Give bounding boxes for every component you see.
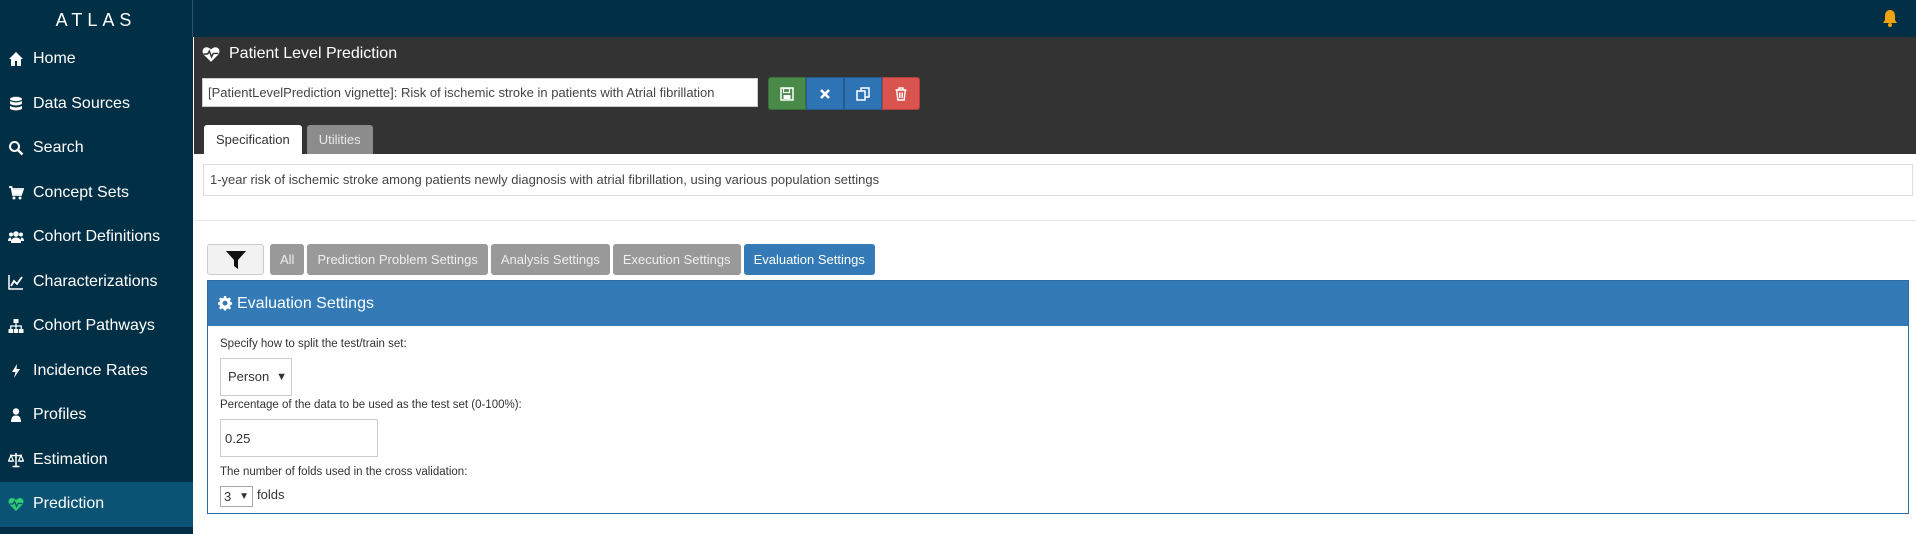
home-icon <box>7 50 25 68</box>
sidebar-item-label: Cohort Definitions <box>33 228 161 246</box>
sidebar-item-characterizations[interactable]: Characterizations <box>0 260 193 305</box>
bell-icon[interactable] <box>1880 8 1900 28</box>
cart-icon <box>7 184 25 202</box>
sidebar-item-label: Data Sources <box>33 94 130 112</box>
sidebar-item-incidence-rates[interactable]: Incidence Rates <box>0 349 193 394</box>
filter-prediction-problem-button[interactable]: Prediction Problem Settings <box>307 244 488 275</box>
sidebar-item-label: Characterizations <box>33 272 158 290</box>
line-chart-icon <box>7 273 25 291</box>
balance-scale-icon <box>7 451 25 469</box>
tab-utilities[interactable]: Utilities <box>306 125 373 154</box>
split-select-value: Person <box>228 369 270 384</box>
database-icon <box>7 95 25 113</box>
sidebar-item-search[interactable]: Search <box>0 126 193 171</box>
settings-filter-bar: All Prediction Problem Settings Analysis… <box>207 244 878 275</box>
filter-analysis-settings-button[interactable]: Analysis Settings <box>490 244 610 275</box>
sitemap-icon <box>7 317 25 335</box>
caret-down-icon: ▼ <box>239 491 249 502</box>
save-icon <box>780 86 794 101</box>
sidebar-item-profiles[interactable]: Profiles <box>0 393 193 438</box>
caret-down-icon: ▼ <box>276 371 287 383</box>
page-title-text: Patient Level Prediction <box>229 45 398 62</box>
split-select[interactable]: Person ▼ <box>220 358 292 396</box>
close-button[interactable] <box>806 77 844 110</box>
save-button[interactable] <box>768 77 806 110</box>
copy-icon <box>856 86 870 101</box>
panel-header: Evaluation Settings <box>208 281 1908 326</box>
sidebar-item-cohort-definitions[interactable]: Cohort Definitions <box>0 215 193 260</box>
sidebar-item-label: Home <box>33 50 76 68</box>
sidebar-item-label: Profiles <box>33 406 87 424</box>
divider <box>194 220 1916 221</box>
sidebar-item-label: Estimation <box>33 450 108 468</box>
split-label: Specify how to split the test/train set: <box>220 338 407 350</box>
test-pct-input[interactable] <box>220 419 378 457</box>
folds-select-value: 3 <box>224 489 232 504</box>
test-pct-label: Percentage of the data to be used as the… <box>220 399 522 411</box>
folds-suffix: folds <box>257 487 285 502</box>
sidebar-item-label: Prediction <box>33 495 105 513</box>
sidebar-item-concept-sets[interactable]: Concept Sets <box>0 171 193 216</box>
tab-specification[interactable]: Specification <box>204 125 302 154</box>
page-header: Patient Level Prediction Specification U… <box>194 37 1916 154</box>
filter-icon <box>225 250 246 269</box>
heartbeat-icon <box>7 495 25 513</box>
heartbeat-icon <box>202 45 220 63</box>
sidebar-item-label: Incidence Rates <box>33 361 148 379</box>
top-bar: ATLAS <box>0 0 1916 37</box>
filter-toggle-button[interactable] <box>207 244 264 275</box>
sidebar-item-prediction[interactable]: Prediction <box>0 482 193 527</box>
analysis-name-input[interactable] <box>202 78 758 107</box>
page-title: Patient Level Prediction <box>202 45 397 63</box>
gear-icon <box>218 296 233 311</box>
sidebar-item-label: Concept Sets <box>33 183 130 201</box>
brand-logo[interactable]: ATLAS <box>0 0 193 37</box>
search-icon <box>7 139 25 157</box>
trash-icon <box>895 86 907 101</box>
copy-button[interactable] <box>844 77 882 110</box>
sidebar-item-home[interactable]: Home <box>0 37 193 82</box>
evaluation-settings-panel: Evaluation Settings Specify how to split… <box>207 280 1909 514</box>
sidebar-item-data-sources[interactable]: Data Sources <box>0 82 193 127</box>
folds-select[interactable]: 3 ▼ <box>220 486 253 507</box>
filter-execution-settings-button[interactable]: Execution Settings <box>612 244 741 275</box>
panel-title: Evaluation Settings <box>237 294 374 312</box>
filter-all-button[interactable]: All <box>270 244 305 275</box>
sidebar: Home Data Sources Search Concept Sets Co… <box>0 37 193 534</box>
delete-button[interactable] <box>882 77 920 110</box>
sidebar-item-label: Search <box>33 139 84 157</box>
tab-bar: Specification Utilities <box>204 125 378 154</box>
description-field[interactable]: 1-year risk of ischemic stroke among pat… <box>203 164 1913 196</box>
bolt-icon <box>7 362 25 380</box>
close-icon <box>820 88 830 99</box>
users-icon <box>7 228 25 246</box>
sidebar-item-cohort-pathways[interactable]: Cohort Pathways <box>0 304 193 349</box>
filter-evaluation-settings-button[interactable]: Evaluation Settings <box>743 244 875 275</box>
user-icon <box>7 406 25 424</box>
sidebar-item-estimation[interactable]: Estimation <box>0 438 193 483</box>
folds-label: The number of folds used in the cross va… <box>220 466 468 478</box>
sidebar-item-label: Cohort Pathways <box>33 317 155 335</box>
action-buttons <box>768 77 920 110</box>
